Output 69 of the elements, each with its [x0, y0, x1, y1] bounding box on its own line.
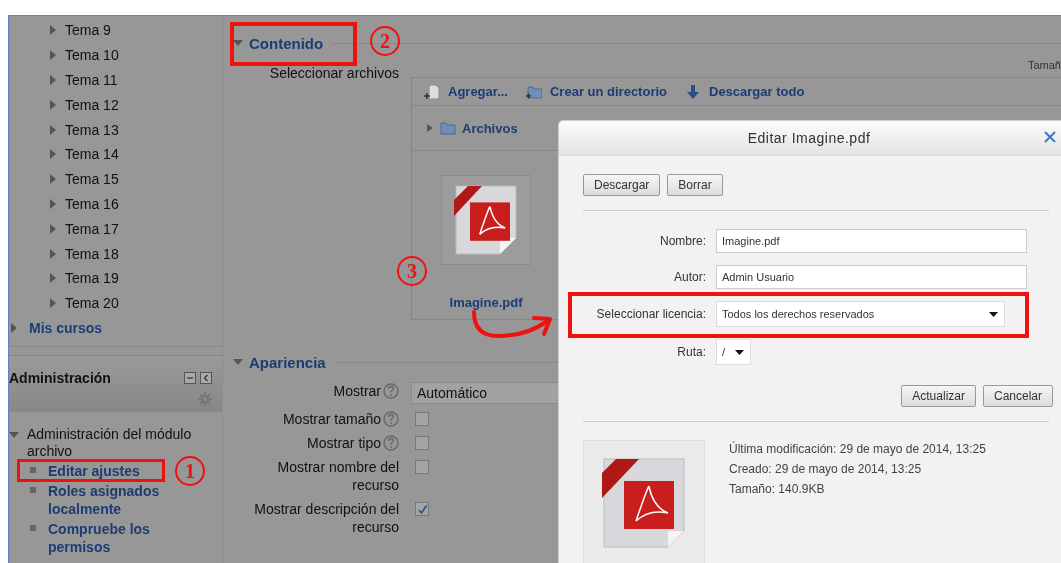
field-label: Mostrar tamaño: [282, 410, 381, 428]
text-field[interactable]: Admin Usuario: [716, 265, 1027, 289]
dropdown[interactable]: /: [716, 339, 751, 365]
field-label: Nombre:: [659, 234, 706, 248]
close-button[interactable]: [1044, 131, 1056, 143]
column-header: Tamañ: [1027, 59, 1061, 73]
topic-link[interactable]: Tema 17: [65, 220, 119, 237]
dialog-title: Editar Imagine.pdf: [747, 130, 871, 146]
topic-link[interactable]: Tema 9: [65, 22, 111, 39]
settings-icon: [198, 391, 212, 406]
topic-link[interactable]: Tema 16: [65, 195, 119, 212]
my-courses-link[interactable]: Mis cursos: [29, 319, 103, 336]
collapsed-arrow-icon: [426, 124, 434, 132]
breadcrumb-link[interactable]: Archivos: [462, 120, 518, 136]
minimize-icon: [184, 371, 196, 384]
topic-link[interactable]: Tema 18: [65, 245, 119, 262]
step-number: 3: [397, 256, 427, 286]
settings-link[interactable]: Compruebe los permisos: [48, 519, 188, 556]
checkbox[interactable]: [415, 502, 429, 516]
dropdown-caret-icon: [989, 311, 998, 317]
field-label: Seleccionar licencia:: [595, 307, 706, 321]
dialog-button[interactable]: Borrar: [667, 174, 723, 196]
topic-link[interactable]: Tema 15: [65, 171, 119, 188]
dialog-button[interactable]: Descargar: [583, 174, 661, 196]
toolbar-link[interactable]: Descargar todo: [709, 84, 805, 99]
field-label: Mostrar descripción del recurso: [253, 500, 399, 536]
field-label: Autor:: [673, 270, 706, 284]
toolbar-link[interactable]: Crear un directorio: [549, 84, 667, 99]
dropdown[interactable]: Todos los derechos reservados: [716, 301, 1005, 327]
field-label: Mostrar: [333, 382, 381, 400]
file-info-text: Tamaño: 140.9KB: [729, 482, 826, 496]
checkbox[interactable]: [415, 412, 429, 426]
dialog-button[interactable]: Actualizar: [901, 385, 976, 407]
toolbar-link[interactable]: Agregar...: [448, 84, 508, 99]
file-info-text: Creado: 29 de mayo de 2014, 13:25: [729, 462, 923, 476]
field-label: Ruta:: [676, 345, 706, 359]
close-icon: [1044, 131, 1056, 143]
bullet-icon: [30, 486, 36, 493]
block-title: Administración: [9, 369, 111, 386]
topic-link[interactable]: Tema 20: [65, 295, 119, 312]
field-label: Mostrar nombre del recurso: [276, 458, 399, 494]
dialog-button[interactable]: Cancelar: [982, 385, 1053, 407]
folder-icon: [440, 121, 456, 135]
field-label: Mostrar tipo: [307, 434, 381, 452]
file-name[interactable]: Imagine.pdf: [449, 295, 523, 310]
file-thumbnail[interactable]: [441, 175, 531, 265]
download-icon: [685, 83, 701, 100]
field-label: Seleccionar archivos: [268, 64, 399, 83]
dock-icon: [200, 371, 212, 384]
section-heading[interactable]: Contenido: [249, 34, 324, 52]
bullet-icon: [30, 466, 36, 473]
step-number: 2: [370, 26, 400, 56]
topic-link[interactable]: Tema 13: [65, 121, 119, 138]
topic-link[interactable]: Tema 12: [65, 96, 119, 113]
topic-link[interactable]: Tema 10: [65, 47, 119, 64]
new-folder-icon: [525, 83, 542, 100]
topic-link[interactable]: Tema 11: [65, 72, 118, 88]
add-file-icon: [424, 83, 440, 100]
text-field[interactable]: Imagine.pdf: [716, 229, 1027, 253]
checkbox[interactable]: [415, 436, 429, 450]
checkmark-icon: [416, 503, 428, 515]
file-info-text: Última modificación: 29 de mayo de 2014, 13:25: [729, 442, 986, 456]
bullet-icon: [30, 524, 36, 531]
topic-link[interactable]: Tema 19: [65, 270, 119, 287]
dropdown-caret-icon: [735, 349, 744, 355]
topic-link[interactable]: Tema 14: [65, 146, 119, 163]
checkbox[interactable]: [415, 460, 429, 474]
step-number: 1: [175, 456, 205, 486]
section-heading[interactable]: Apariencia: [249, 353, 326, 371]
